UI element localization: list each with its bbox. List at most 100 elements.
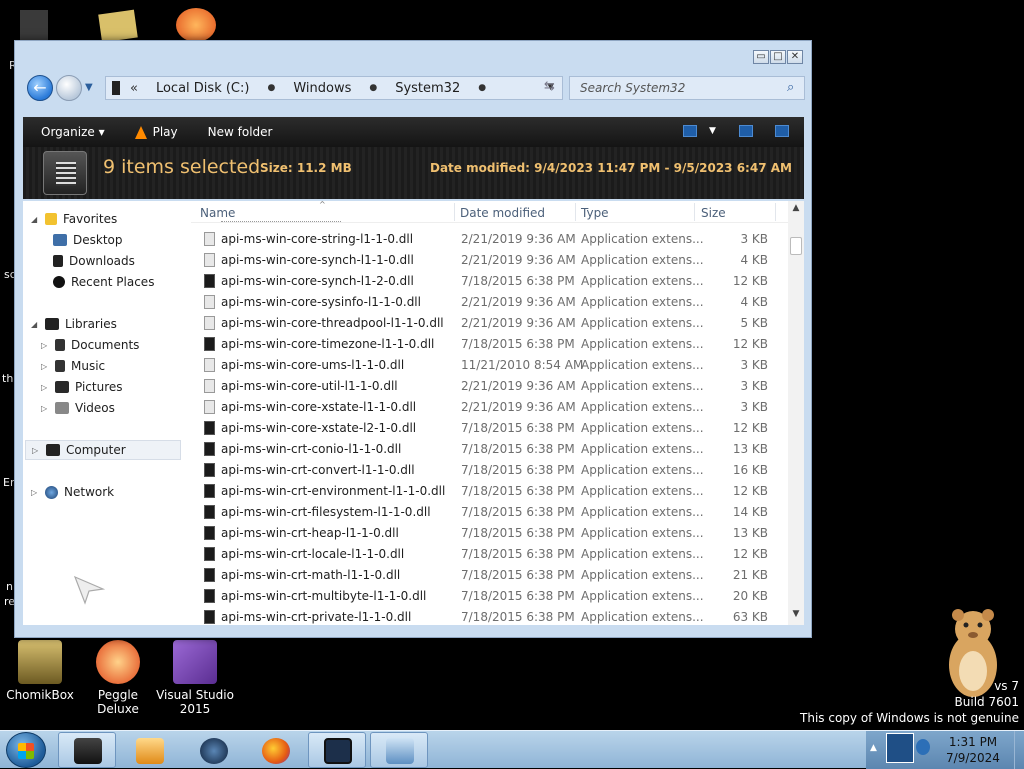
- back-button[interactable]: ←: [27, 75, 53, 101]
- nav-recent-places[interactable]: Recent Places: [53, 273, 154, 291]
- breadcrumb-separator[interactable]: ●: [369, 83, 377, 93]
- start-button[interactable]: [6, 732, 46, 768]
- file-row[interactable]: api-ms-win-crt-conio-l1-1-0.dll 7/18/2015…: [191, 439, 791, 460]
- file-row[interactable]: api-ms-win-crt-environment-l1-1-0.dll 7/1…: [191, 481, 791, 502]
- breadcrumb-overflow[interactable]: «: [130, 81, 138, 96]
- watermark-build: Build 7601: [954, 695, 1019, 709]
- file-row[interactable]: api-ms-win-core-xstate-l2-1-0.dll 7/18/20…: [191, 418, 791, 439]
- nav-documents[interactable]: ▷ Documents: [41, 336, 139, 354]
- breadcrumb-system32[interactable]: System32: [395, 81, 460, 96]
- taskbar-firefox[interactable]: [246, 732, 304, 768]
- maximize-button[interactable]: □: [770, 50, 786, 64]
- tray-monitor-icon[interactable]: [886, 733, 914, 763]
- file-row[interactable]: api-ms-win-crt-locale-l1-1-0.dll 7/18/201…: [191, 544, 791, 565]
- column-divider[interactable]: [775, 203, 776, 221]
- search-icon[interactable]: ⌕: [787, 80, 801, 95]
- file-name: api-ms-win-crt-environment-l1-1-0.dll: [221, 484, 446, 498]
- scroll-up-arrow-icon[interactable]: ▲: [788, 203, 804, 217]
- help-icon[interactable]: [775, 125, 789, 137]
- close-button[interactable]: ✕: [787, 50, 803, 64]
- nav-network[interactable]: ▷ Network: [31, 483, 114, 501]
- nav-computer[interactable]: ▷ Computer: [25, 440, 181, 460]
- change-view-icon[interactable]: [683, 125, 697, 137]
- address-bar[interactable]: « Local Disk (C:) ● Windows ● System32 ●…: [105, 76, 563, 100]
- refresh-icon[interactable]: ⇆: [544, 79, 555, 94]
- expand-arrow-icon[interactable]: ▷: [41, 383, 49, 392]
- nav-pictures[interactable]: ▷ Pictures: [41, 378, 123, 396]
- desktop-icon-visual-studio[interactable]: Visual Studio 2015: [155, 640, 235, 716]
- nav-libraries[interactable]: ◢ Libraries: [31, 315, 117, 333]
- file-row[interactable]: api-ms-win-core-ums-l1-1-0.dll 11/21/2010…: [191, 355, 791, 376]
- file-row[interactable]: api-ms-win-crt-multibyte-l1-1-0.dll 7/18/…: [191, 586, 791, 607]
- file-row[interactable]: api-ms-win-crt-private-l1-1-0.dll 7/18/20…: [191, 607, 791, 625]
- file-row[interactable]: api-ms-win-core-synch-l1-2-0.dll 7/18/201…: [191, 271, 791, 292]
- taskbar-display-app[interactable]: [308, 732, 366, 768]
- nav-desktop[interactable]: Desktop: [53, 231, 123, 249]
- column-name[interactable]: Name: [200, 206, 235, 220]
- vertical-scrollbar[interactable]: ▲ ▼: [788, 201, 804, 625]
- dll-file-icon: [204, 253, 215, 267]
- windows-watermark: vs 7 Build 7601 This copy of Windows is …: [800, 678, 1019, 726]
- minimize-button[interactable]: ▭: [753, 50, 769, 64]
- desktop-icon-partial-3[interactable]: [176, 8, 216, 42]
- view-dropdown-icon[interactable]: ▼: [709, 126, 716, 136]
- show-hidden-icons-icon[interactable]: ▲: [870, 743, 877, 753]
- new-folder-button[interactable]: New folder: [208, 125, 273, 139]
- column-divider[interactable]: [694, 203, 695, 221]
- taskbar-globe-app[interactable]: [184, 732, 242, 768]
- play-button[interactable]: Play: [134, 125, 178, 139]
- chomikbox-icon: [18, 640, 62, 684]
- file-row[interactable]: api-ms-win-core-xstate-l1-1-0.dll 2/21/20…: [191, 397, 791, 418]
- tray-network-icon[interactable]: [916, 739, 930, 755]
- organize-button[interactable]: Organize ▾: [41, 125, 105, 139]
- file-row[interactable]: api-ms-win-crt-math-l1-1-0.dll 7/18/2015 …: [191, 565, 791, 586]
- nav-label: Favorites: [63, 212, 118, 226]
- column-size[interactable]: Size: [701, 206, 726, 220]
- nav-music[interactable]: ▷ Music: [41, 357, 105, 375]
- search-input[interactable]: Search System32: [569, 76, 805, 100]
- preview-pane-icon[interactable]: [739, 125, 753, 137]
- expand-arrow-icon[interactable]: ▷: [41, 341, 49, 350]
- file-row[interactable]: api-ms-win-core-threadpool-l1-1-0.dll 2/2…: [191, 313, 791, 334]
- recent-places-icon: [53, 276, 65, 288]
- breadcrumb-separator[interactable]: ●: [267, 83, 275, 93]
- desktop-icon-partial-1[interactable]: [20, 10, 48, 40]
- file-row[interactable]: api-ms-win-core-synch-l1-1-0.dll 2/21/201…: [191, 250, 791, 271]
- taskbar-media-player[interactable]: [120, 732, 178, 768]
- file-row[interactable]: api-ms-win-core-util-l1-1-0.dll 2/21/2019…: [191, 376, 791, 397]
- nav-videos[interactable]: ▷ Videos: [41, 399, 115, 417]
- file-row[interactable]: api-ms-win-core-string-l1-1-0.dll 2/21/20…: [191, 229, 791, 250]
- desktop-icon-chomikbox[interactable]: ChomikBox: [0, 640, 80, 702]
- nav-downloads[interactable]: Downloads: [53, 252, 135, 270]
- file-row[interactable]: api-ms-win-crt-heap-l1-1-0.dll 7/18/2015 …: [191, 523, 791, 544]
- column-type[interactable]: Type: [581, 206, 609, 220]
- expand-arrow-icon[interactable]: ▷: [41, 404, 49, 413]
- taskbar-remote-app[interactable]: [370, 732, 428, 768]
- column-divider[interactable]: [575, 203, 576, 221]
- expand-arrow-icon[interactable]: ▷: [41, 362, 49, 371]
- file-row[interactable]: api-ms-win-core-sysinfo-l1-1-0.dll 2/21/2…: [191, 292, 791, 313]
- recent-pages-dropdown-icon[interactable]: ▼: [85, 82, 93, 93]
- breadcrumb-local-disk[interactable]: Local Disk (C:): [156, 81, 249, 96]
- breadcrumb-windows[interactable]: Windows: [293, 81, 351, 96]
- expand-arrow-icon[interactable]: ▷: [31, 488, 39, 497]
- collapse-arrow-icon[interactable]: ◢: [31, 215, 39, 224]
- taskbar-explorer[interactable]: [58, 732, 116, 768]
- file-row[interactable]: api-ms-win-core-timezone-l1-1-0.dll 7/18/…: [191, 334, 791, 355]
- show-desktop-button[interactable]: [1014, 731, 1024, 769]
- scroll-down-arrow-icon[interactable]: ▼: [788, 609, 804, 623]
- column-divider[interactable]: [454, 203, 455, 221]
- desktop-icon-peggle[interactable]: Peggle Deluxe: [78, 640, 158, 716]
- clock[interactable]: 1:31 PM 7/9/2024: [938, 734, 1008, 766]
- desktop-icon-partial-2[interactable]: [98, 9, 138, 43]
- file-row[interactable]: api-ms-win-crt-convert-l1-1-0.dll 7/18/20…: [191, 460, 791, 481]
- forward-button[interactable]: [56, 75, 82, 101]
- collapse-arrow-icon[interactable]: ◢: [31, 320, 39, 329]
- file-row[interactable]: api-ms-win-crt-filesystem-l1-1-0.dll 7/18…: [191, 502, 791, 523]
- navigation-pane: ◢ Favorites Desktop Downloads Recent Pla…: [23, 201, 191, 625]
- column-date-modified[interactable]: Date modified: [460, 206, 545, 220]
- nav-favorites[interactable]: ◢ Favorites: [31, 210, 117, 228]
- breadcrumb-separator[interactable]: ●: [478, 83, 486, 93]
- scroll-thumb[interactable]: [790, 237, 802, 255]
- expand-arrow-icon[interactable]: ▷: [32, 446, 40, 455]
